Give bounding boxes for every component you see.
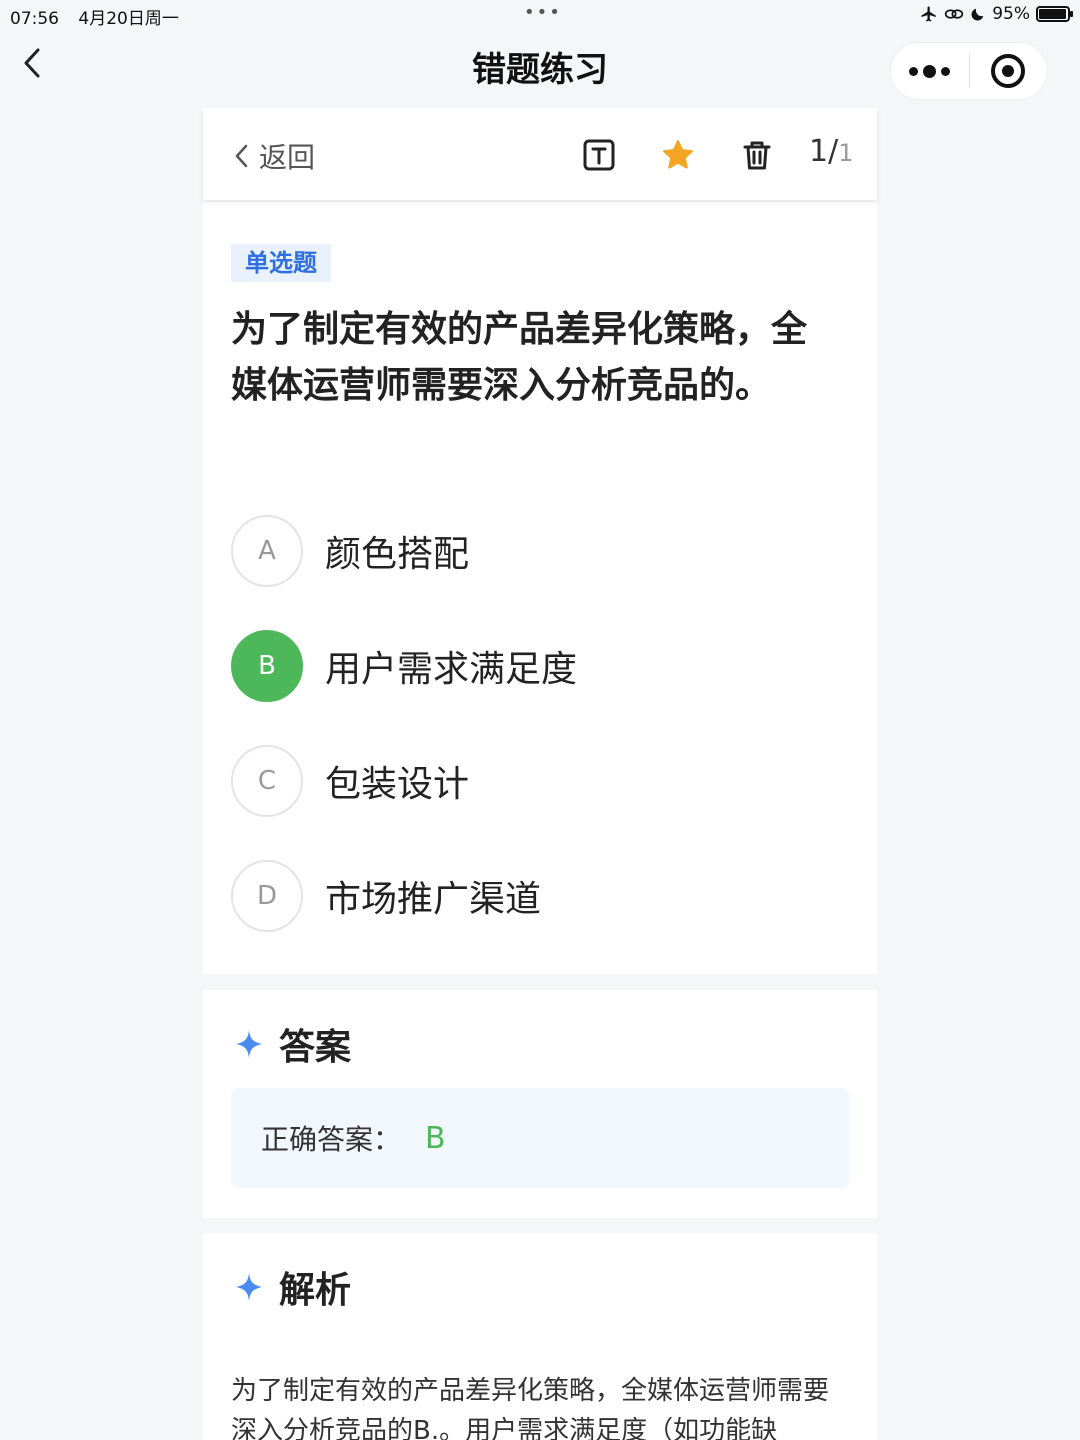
option-letter: A xyxy=(231,515,303,587)
question-counter: 1/1 xyxy=(809,134,853,169)
question-card: 单选题 为了制定有效的产品差异化策略，全媒体运营师需要深入分析竞品的。 A 颜色… xyxy=(203,202,877,974)
option-letter: B xyxy=(231,630,303,702)
status-time: 07:56 xyxy=(10,9,59,29)
mini-program-capsule xyxy=(890,42,1048,100)
close-program-button[interactable] xyxy=(970,43,1048,99)
option-label: 颜色搭配 xyxy=(325,534,470,575)
sparkle-icon xyxy=(236,1273,262,1301)
answer-header: 答案 xyxy=(235,1018,351,1070)
text-size-icon[interactable] xyxy=(582,138,616,172)
correct-answer-box: 正确答案： B xyxy=(231,1088,849,1188)
option-label: 市场推广渠道 xyxy=(325,879,542,920)
counter-total: 1 xyxy=(838,139,854,167)
nav-bar: 错题练习 xyxy=(0,30,1080,108)
option-label: 包装设计 xyxy=(325,764,470,805)
option-d[interactable]: D 市场推广渠道 xyxy=(231,860,541,932)
more-button[interactable] xyxy=(891,43,969,99)
return-label: 返回 xyxy=(259,141,316,174)
correct-answer-label: 正确答案： xyxy=(261,1123,402,1156)
option-letter: C xyxy=(231,745,303,817)
analysis-card: 解析 为了制定有效的产品差异化策略，全媒体运营师需要深入分析竞品的B.。用户需求… xyxy=(203,1233,877,1440)
option-letter: D xyxy=(231,860,303,932)
chevron-left-icon xyxy=(235,144,248,168)
status-left: 07:56 4月20日周一 xyxy=(10,4,193,29)
star-icon[interactable] xyxy=(661,138,695,172)
question-text: 为了制定有效的产品差异化策略，全媒体运营师需要深入分析竞品的。 xyxy=(231,309,808,406)
link-icon xyxy=(945,9,964,19)
airplane-icon xyxy=(921,6,936,22)
analysis-header: 解析 xyxy=(235,1261,351,1313)
option-b[interactable]: B 用户需求满足度 xyxy=(231,630,577,702)
option-c[interactable]: C 包装设计 xyxy=(231,745,469,817)
question-toolbar: 返回 1/1 xyxy=(203,108,877,200)
option-a[interactable]: A 颜色搭配 xyxy=(231,515,469,587)
target-icon xyxy=(991,54,1026,88)
question-type-badge: 单选题 xyxy=(231,244,331,282)
option-label: 用户需求满足度 xyxy=(325,649,578,690)
multitask-dots-icon[interactable]: ••• xyxy=(524,2,562,23)
status-date: 4月20日周一 xyxy=(78,9,179,29)
status-right: 95% xyxy=(920,4,1073,24)
battery-percent: 95% xyxy=(992,4,1030,24)
return-link[interactable]: 返回 xyxy=(233,136,315,176)
answer-card: 答案 正确答案： B xyxy=(203,990,877,1218)
correct-answer-value: B xyxy=(425,1120,446,1156)
analysis-title: 解析 xyxy=(279,1270,352,1311)
moon-icon xyxy=(971,8,984,21)
counter-current: 1/ xyxy=(809,134,839,169)
sparkle-icon xyxy=(236,1030,262,1058)
status-bar: 07:56 4月20日周一 ••• 95% xyxy=(0,0,1080,30)
analysis-text: 为了制定有效的产品差异化策略，全媒体运营师需要深入分析竞品的B.。用户需求满足度… xyxy=(231,1376,830,1440)
trash-icon[interactable] xyxy=(740,138,774,172)
battery-icon xyxy=(1036,6,1073,22)
answer-title: 答案 xyxy=(279,1027,352,1068)
battery-fill xyxy=(1039,9,1066,19)
